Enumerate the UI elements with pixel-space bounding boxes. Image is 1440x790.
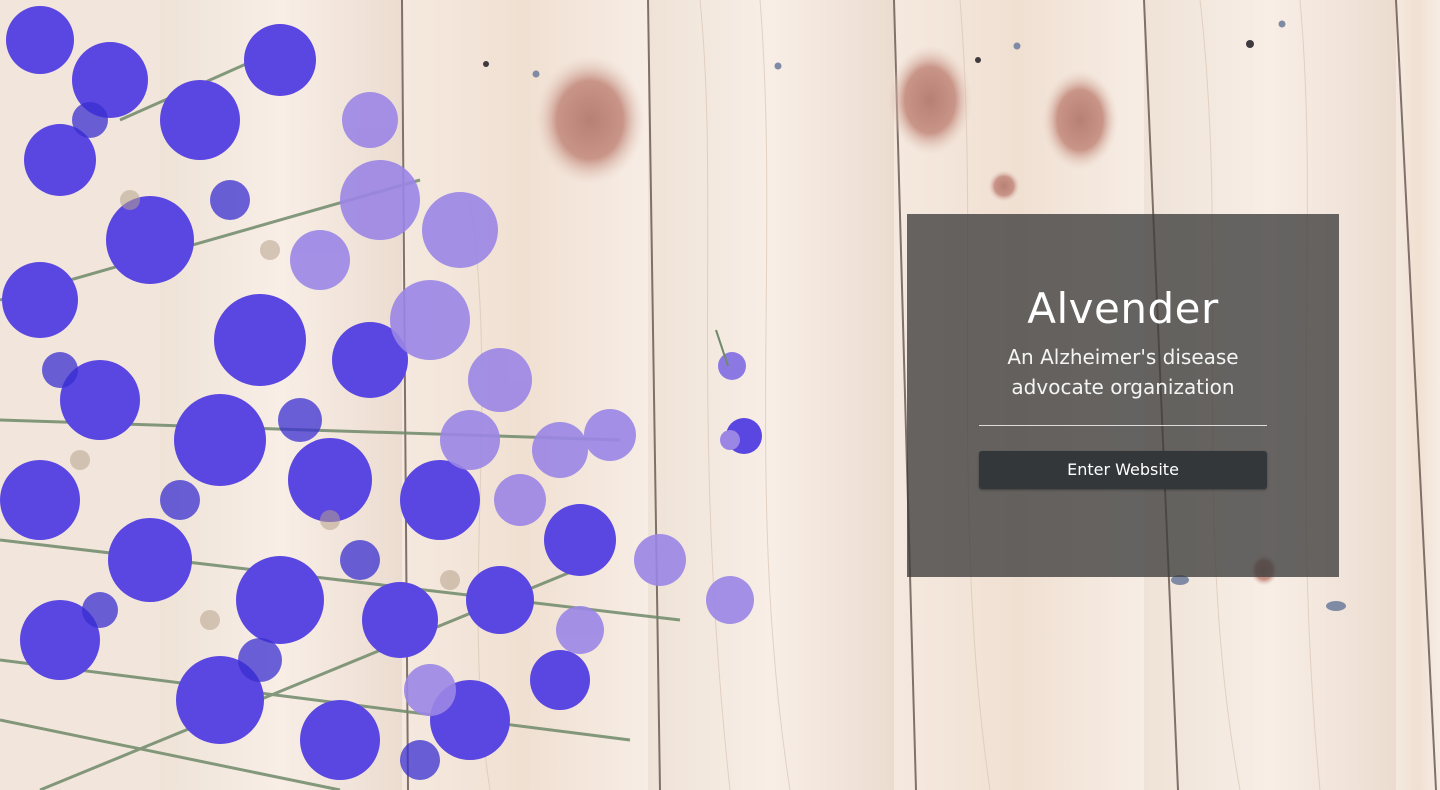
hero-section: Alvender An Alzheimer's disease advocate… [0, 0, 1440, 790]
welcome-panel: Alvender An Alzheimer's disease advocate… [907, 214, 1339, 577]
panel-divider [979, 425, 1267, 426]
site-title: Alvender [1027, 284, 1219, 333]
enter-website-button[interactable]: Enter Website [979, 451, 1267, 489]
site-tagline: An Alzheimer's disease advocate organiza… [1007, 345, 1239, 399]
